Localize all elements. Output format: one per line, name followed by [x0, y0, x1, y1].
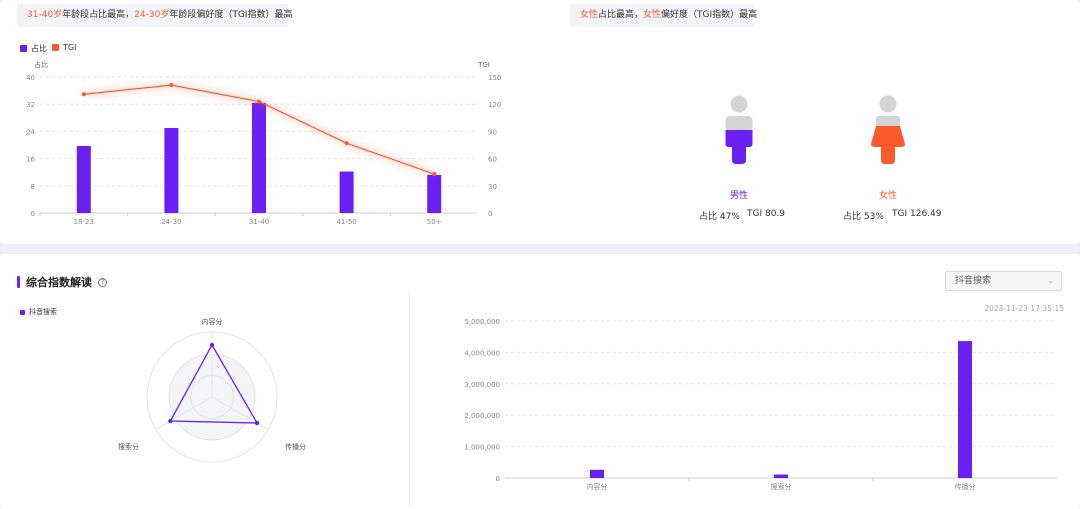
- score-x-tick-label: 内容分: [587, 482, 608, 491]
- score-y-tick-label: 4,000,000: [464, 349, 500, 357]
- score-bar: [958, 341, 972, 478]
- score-y-tick-label: 2,000,000: [464, 412, 500, 420]
- score-x-tick-label: 搜索分: [771, 482, 792, 491]
- score-y-tick-label: 5,000,000: [464, 318, 500, 326]
- score-bar: [590, 469, 604, 478]
- score-x-tick-label: 传播分: [955, 482, 976, 491]
- score-bar: [774, 474, 788, 478]
- score-y-tick-label: 3,000,000: [464, 381, 500, 389]
- score-bar-chart: 0 1,000,000 2,000,000 3,000,000 4,000,000 5,0…: [464, 318, 1057, 491]
- score-y-tick-label: 1,000,000: [464, 444, 500, 452]
- score-y-tick-label: 0: [496, 475, 500, 483]
